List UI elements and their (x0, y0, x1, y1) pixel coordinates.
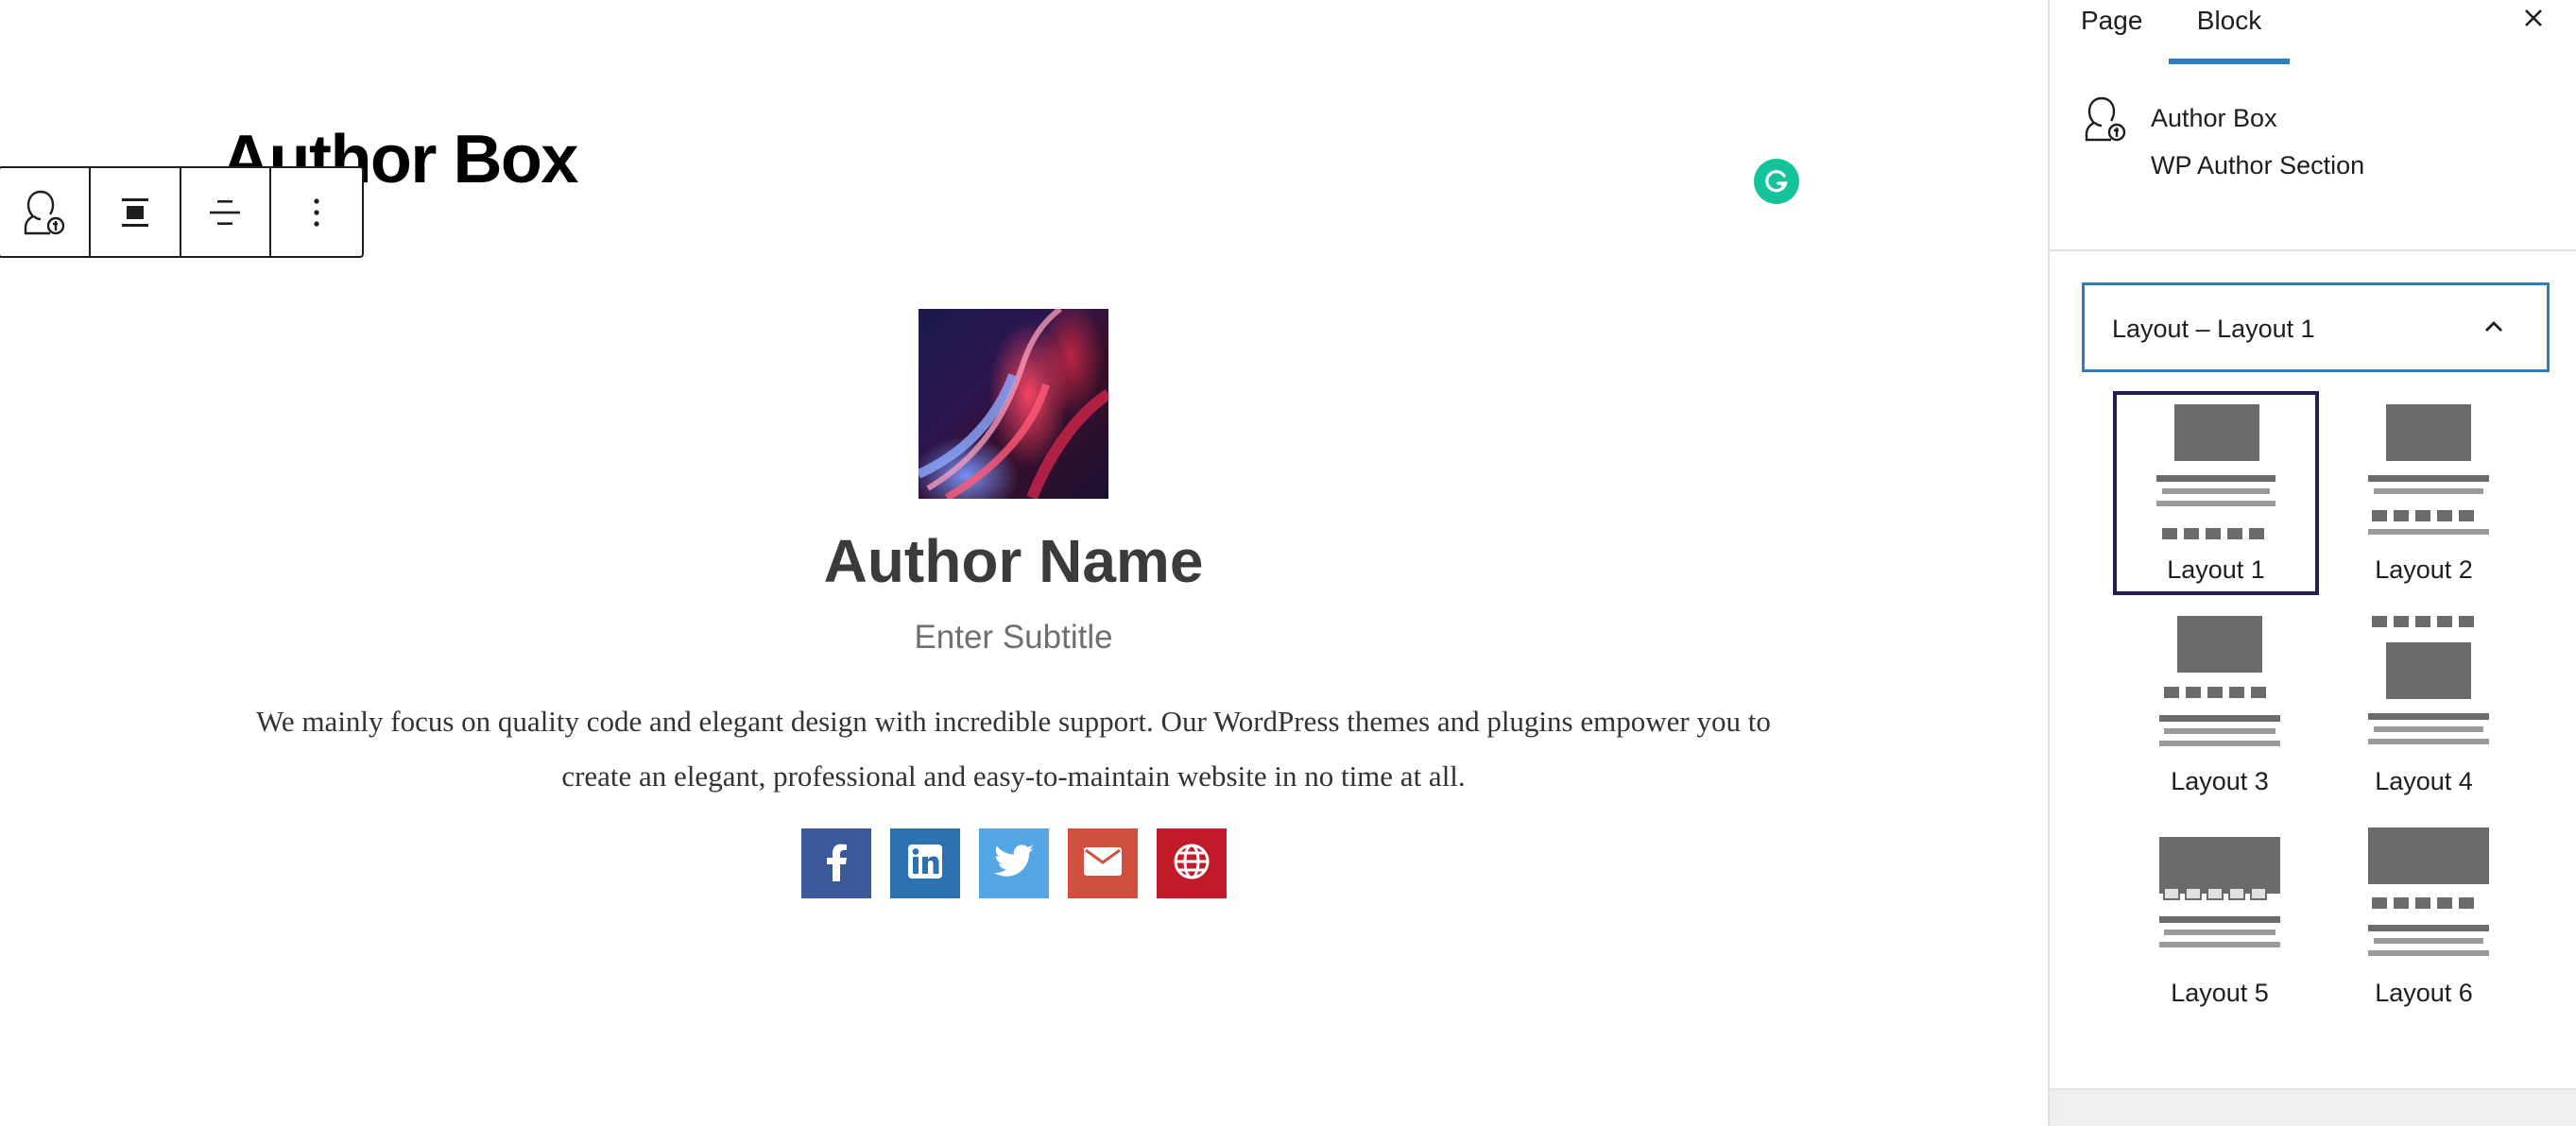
author-avatar[interactable] (919, 309, 1108, 499)
layout-panel-toggle[interactable]: Layout – Layout 1 (2082, 282, 2550, 372)
author-bio[interactable]: We mainly focus on quality code and eleg… (255, 694, 1772, 804)
layout-option-6[interactable]: Layout 6 (2321, 814, 2527, 1018)
layout-option-label: Layout 3 (2171, 767, 2269, 795)
layout-4-thumbnail (2368, 616, 2489, 744)
layout-5-thumbnail (2159, 837, 2280, 947)
align-center-icon (119, 196, 151, 229)
layout-option-label: Layout 6 (2375, 979, 2473, 1007)
layout-option-2[interactable]: Layout 2 (2321, 391, 2527, 595)
linkedin-icon (908, 844, 942, 883)
author-name[interactable]: Author Name (0, 526, 2027, 596)
layout-option-4[interactable]: Layout 4 (2321, 603, 2527, 807)
settings-sidebar: Page Block Author Box WP Author Section … (2048, 0, 2576, 1126)
layout-option-5[interactable]: Layout 5 (2117, 814, 2323, 1018)
website-icon (1173, 843, 1211, 885)
layout-option-label: Layout 4 (2375, 767, 2473, 795)
text-align-icon (208, 196, 242, 229)
block-card-title: Author Box (2151, 104, 2277, 132)
layout-3-thumbnail (2159, 616, 2280, 746)
more-options-icon (312, 196, 321, 229)
layout-6-thumbnail (2368, 827, 2489, 956)
social-links (801, 828, 1227, 898)
email-button[interactable] (1068, 828, 1138, 898)
author-box-block-icon (2081, 94, 2130, 148)
author-subtitle[interactable]: Enter Subtitle (0, 619, 2027, 657)
chevron-up-icon (2482, 315, 2506, 344)
grammarly-icon[interactable] (1754, 159, 1799, 204)
layout-2-thumbnail (2368, 404, 2489, 535)
layout-option-label: Layout 1 (2167, 555, 2265, 584)
author-box-block-icon (20, 188, 69, 237)
tab-block[interactable]: Block (2169, 0, 2290, 64)
layout-panel-title: Layout – Layout 1 (2112, 315, 2315, 343)
layout-option-3[interactable]: Layout 3 (2117, 603, 2323, 807)
tab-page[interactable]: Page (2081, 0, 2142, 64)
next-panel-edge (2050, 1088, 2576, 1126)
website-button[interactable] (1157, 828, 1227, 898)
linkedin-button[interactable] (890, 828, 960, 898)
facebook-button[interactable] (801, 828, 871, 898)
layout-option-1[interactable]: Layout 1 (2113, 391, 2319, 595)
layout-1-thumbnail (2156, 404, 2275, 539)
block-card-description: WP Author Section (2151, 151, 2365, 179)
twitter-button[interactable] (979, 828, 1049, 898)
layout-option-label: Layout 2 (2375, 555, 2473, 584)
sidebar-tabs: Page Block (2050, 0, 2576, 64)
close-icon (2522, 7, 2545, 34)
block-card: Author Box WP Author Section (2050, 64, 2576, 251)
align-button[interactable] (91, 168, 181, 256)
close-sidebar-button[interactable] (2517, 4, 2550, 36)
more-options-button[interactable] (271, 168, 362, 256)
twitter-icon (994, 844, 1034, 883)
text-align-button[interactable] (181, 168, 272, 256)
block-type-button[interactable] (0, 168, 91, 256)
email-icon (1084, 846, 1122, 880)
block-toolbar (0, 166, 364, 258)
facebook-icon (825, 842, 848, 886)
layout-option-label: Layout 5 (2171, 979, 2269, 1007)
editor-canvas: Author Box Author Name Enter Subtitle We… (0, 0, 2048, 1126)
